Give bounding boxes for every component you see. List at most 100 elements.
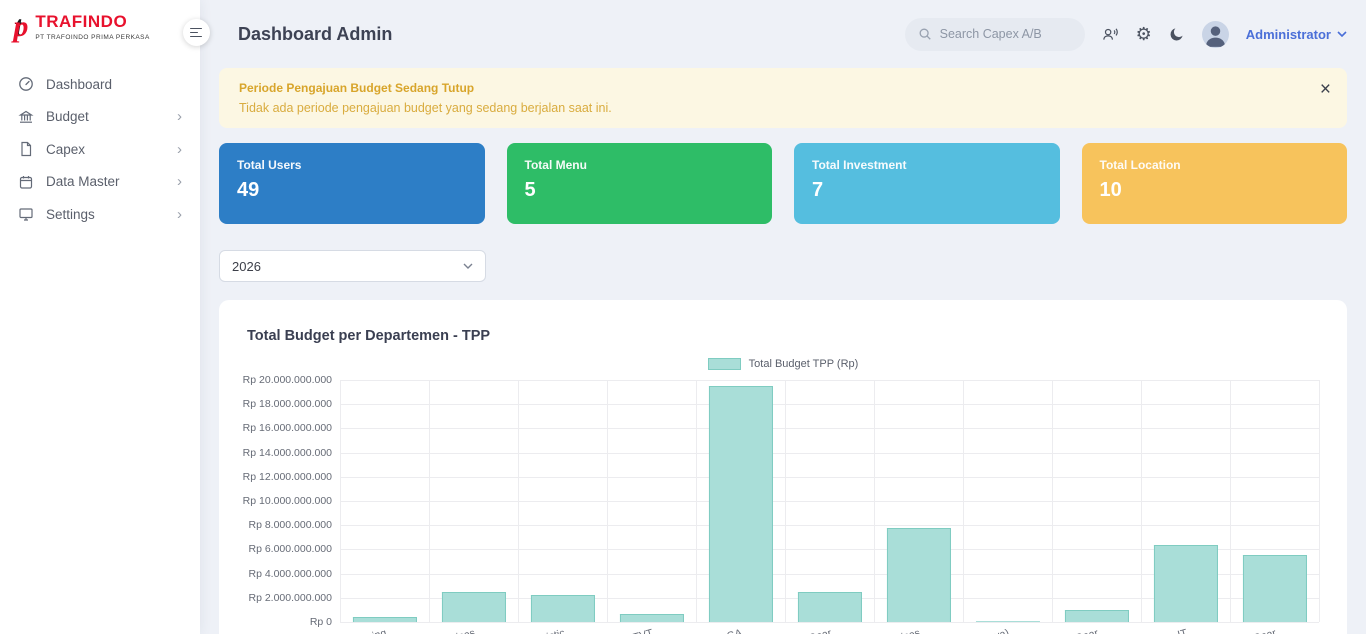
stat-value: 7: [812, 179, 1042, 202]
alert-message: Tidak ada periode pengajuan budget yang …: [239, 101, 1327, 115]
sidebar: tp TRAFINDO PT TRAFOINDO PRIMA PERKASA D…: [0, 0, 200, 634]
bar-2[interactable]: [530, 595, 594, 622]
chart-plot: [340, 380, 1319, 622]
topbar-right: ⚙ Administrator: [905, 18, 1347, 51]
search-box[interactable]: [905, 18, 1085, 51]
stat-label: Total Users: [237, 158, 467, 172]
x-label: Project Engineering: [296, 627, 388, 634]
chart-card: Total Budget per Departemen - TPP Total …: [219, 300, 1347, 634]
h-gridline: [340, 453, 1319, 454]
sidebar-toggle-button[interactable]: [183, 19, 210, 46]
chart-y-axis: Rp 20.000.000.000Rp 18.000.000.000Rp 16.…: [247, 380, 340, 622]
bank-icon: [18, 109, 34, 125]
legend-label: Total Budget TPP (Rp): [749, 358, 859, 370]
stat-label: Total Menu: [525, 158, 755, 172]
monogram-p: p: [13, 10, 28, 43]
sidebar-item-data-master[interactable]: Data Master ›: [0, 166, 200, 199]
y-tick-label: Rp 18.000.000.000: [243, 398, 332, 410]
sidebar-item-budget[interactable]: Budget ›: [0, 101, 200, 134]
x-label: Prod. Trafo Oil & MV Switch Gear: [945, 627, 1099, 634]
h-gridline: [340, 404, 1319, 405]
stat-label: Total Investment: [812, 158, 1042, 172]
bar-5[interactable]: [797, 592, 861, 622]
v-gridline: [1052, 380, 1053, 622]
sidebar-item-label: Budget: [46, 109, 89, 124]
user-name-label: Administrator: [1246, 27, 1331, 42]
bar-10[interactable]: [1242, 555, 1306, 622]
sidebar-item-label: Data Master: [46, 174, 120, 189]
user-menu[interactable]: Administrator: [1246, 27, 1347, 42]
bar-9[interactable]: [1153, 545, 1217, 622]
brand-monogram-icon: tp: [14, 12, 28, 42]
sidebar-item-dashboard[interactable]: Dashboard: [0, 68, 200, 101]
stat-value: 5: [525, 179, 755, 202]
monitor-icon: [18, 206, 34, 222]
h-gridline: [340, 428, 1319, 429]
x-label: QC Trafo & MV Switch Gear: [1148, 627, 1278, 634]
sidebar-item-settings[interactable]: Settings ›: [0, 198, 200, 231]
v-gridline: [518, 380, 519, 622]
x-label: Supply Chain Logistic: [465, 627, 566, 634]
brand-logo: tp TRAFINDO PT TRAFOINDO PRIMA PERKASA: [0, 0, 200, 52]
y-tick-label: Rp 12.000.000.000: [243, 471, 332, 483]
h-gridline: [340, 380, 1319, 381]
y-tick-label: Rp 16.000.000.000: [243, 422, 332, 434]
search-icon: [918, 27, 932, 41]
calendar-icon: [18, 174, 34, 190]
x-label: On Site Services: [843, 627, 922, 634]
stat-label: Total Location: [1100, 158, 1330, 172]
h-gridline: [340, 525, 1319, 526]
brand-text: TRAFINDO PT TRAFOINDO PRIMA PERKASA: [35, 13, 149, 41]
bar-8[interactable]: [1064, 610, 1128, 622]
sidebar-nav: Dashboard Budget › Capex › Data Master ›: [0, 68, 200, 231]
v-gridline: [1319, 380, 1320, 622]
v-gridline: [429, 380, 430, 622]
moon-icon[interactable]: [1169, 26, 1185, 42]
file-icon: [18, 141, 34, 157]
chart-plot-column: Project EngineeringIn House ServicesSupp…: [340, 380, 1319, 634]
close-icon[interactable]: ×: [1320, 80, 1331, 99]
chart-body: Rp 20.000.000.000Rp 18.000.000.000Rp 16.…: [247, 380, 1319, 634]
brand-company: PT TRAFOINDO PRIMA PERKASA: [35, 34, 149, 41]
x-label: IT: [1176, 627, 1188, 634]
sidebar-item-capex[interactable]: Capex ›: [0, 133, 200, 166]
chevron-right-icon: ›: [177, 109, 182, 124]
legend-swatch: [708, 358, 741, 370]
avatar[interactable]: [1202, 21, 1229, 48]
x-label: Engineering & MV Switch Gear: [690, 627, 833, 634]
stat-card-total-investment: Total Investment 7: [794, 143, 1060, 224]
v-gridline: [874, 380, 875, 622]
sidebar-item-label: Dashboard: [46, 77, 112, 92]
h-gridline: [340, 477, 1319, 478]
y-tick-label: Rp 8.000.000.000: [249, 519, 333, 531]
year-select[interactable]: 2026: [219, 250, 486, 282]
y-tick-label: Rp 6.000.000.000: [249, 543, 333, 555]
y-tick-label: Rp 10.000.000.000: [243, 495, 332, 507]
v-gridline: [963, 380, 964, 622]
v-gridline: [785, 380, 786, 622]
v-gridline: [340, 380, 341, 622]
v-gridline: [1141, 380, 1142, 622]
x-label: GA: [726, 627, 744, 634]
gear-icon[interactable]: ⚙: [1136, 25, 1152, 43]
chevron-down-icon: [1337, 31, 1347, 37]
stat-value: 10: [1100, 179, 1330, 202]
chevron-right-icon: ›: [177, 207, 182, 222]
alert-banner: Periode Pengajuan Budget Sedang Tutup Ti…: [219, 68, 1347, 128]
chart-legend[interactable]: Total Budget TPP (Rp): [247, 358, 1319, 370]
bar-6[interactable]: [886, 528, 950, 622]
main-content: Dashboard Admin ⚙ Administrator: [200, 0, 1366, 634]
page-title: Dashboard Admin: [219, 24, 392, 45]
user-voice-icon[interactable]: [1102, 26, 1119, 42]
alert-title: Periode Pengajuan Budget Sedang Tutup: [239, 81, 1327, 95]
bar-1[interactable]: [441, 592, 505, 622]
chevron-right-icon: ›: [177, 174, 182, 189]
y-tick-label: Rp 20.000.000.000: [243, 374, 332, 386]
v-gridline: [696, 380, 697, 622]
v-gridline: [1230, 380, 1231, 622]
search-input[interactable]: [940, 27, 1101, 41]
bar-4[interactable]: [708, 386, 772, 622]
bar-3[interactable]: [619, 614, 683, 622]
stat-card-total-menu: Total Menu 5: [507, 143, 773, 224]
y-tick-label: Rp 0: [310, 616, 332, 628]
